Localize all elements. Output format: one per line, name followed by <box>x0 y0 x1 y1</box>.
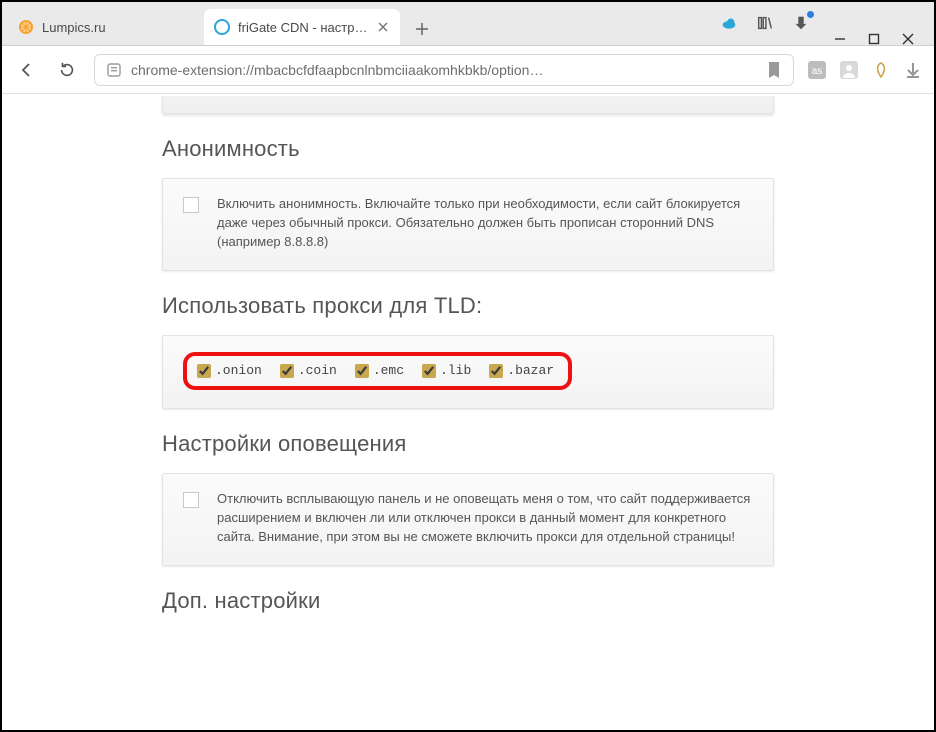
tld-item-bazar[interactable]: .bazar <box>489 362 554 381</box>
tld-item-onion[interactable]: .onion <box>197 362 262 381</box>
tab-title: friGate CDN - настройки <box>238 20 368 35</box>
frigate-icon <box>214 19 230 35</box>
tld-checkbox-onion[interactable] <box>197 364 211 378</box>
annotation-highlight: .onion .coin .emc .lib .bazar <box>183 352 572 391</box>
section-notify: Настройки оповещения Отключить всплывающ… <box>162 409 774 566</box>
tab-title: Lumpics.ru <box>42 20 194 35</box>
section-tld: Использовать прокси для TLD: .onion .coi… <box>162 271 774 410</box>
toolbar: as <box>2 46 934 94</box>
ext-lastfm-icon[interactable]: as <box>808 61 826 79</box>
svg-text:as: as <box>812 66 823 77</box>
section-title-extra: Доп. настройки <box>162 588 774 614</box>
notify-card: Отключить всплывающую панель и не оповещ… <box>162 473 774 566</box>
page-viewport: Анонимность Включить анонимность. Включа… <box>4 96 932 728</box>
tab-lumpics[interactable]: Lumpics.ru <box>8 9 204 45</box>
tld-label: .bazar <box>507 362 554 381</box>
tld-card: .onion .coin .emc .lib .bazar <box>162 335 774 410</box>
browser-actions <box>720 1 820 45</box>
notify-checkbox[interactable] <box>183 492 199 508</box>
notify-text: Отключить всплывающую панель и не оповещ… <box>217 490 753 547</box>
previous-card-edge <box>162 96 774 114</box>
close-icon[interactable] <box>376 20 390 34</box>
new-tab-button[interactable] <box>406 13 438 45</box>
cloud-icon[interactable] <box>720 14 738 32</box>
tld-label: .coin <box>298 362 337 381</box>
section-title-tld: Использовать прокси для TLD: <box>162 293 774 319</box>
address-bar[interactable] <box>94 54 794 86</box>
tab-frigate[interactable]: friGate CDN - настройки <box>204 9 400 45</box>
minimize-icon[interactable] <box>834 33 846 45</box>
section-extra: Доп. настройки <box>162 566 774 614</box>
tld-checkbox-coin[interactable] <box>280 364 294 378</box>
back-button[interactable] <box>14 57 40 83</box>
bookmark-icon[interactable] <box>765 61 783 79</box>
ext-frigate-icon[interactable] <box>872 61 890 79</box>
window-controls <box>820 33 928 45</box>
tld-item-emc[interactable]: .emc <box>355 362 404 381</box>
tld-checkbox-bazar[interactable] <box>489 364 503 378</box>
section-title-anonymity: Анонимность <box>162 136 774 162</box>
tab-strip: Lumpics.ru friGate CDN - настройки <box>2 2 934 46</box>
tld-item-coin[interactable]: .coin <box>280 362 337 381</box>
anonymity-card: Включить анонимность. Включайте только п… <box>162 178 774 271</box>
downloads-indicator-icon[interactable] <box>792 14 810 32</box>
tld-item-lib[interactable]: .lib <box>422 362 471 381</box>
section-title-notify: Настройки оповещения <box>162 431 774 457</box>
tld-checkbox-row: .onion .coin .emc .lib .bazar <box>197 362 554 381</box>
window-close-icon[interactable] <box>902 33 914 45</box>
ext-profile-icon[interactable] <box>840 61 858 79</box>
tld-checkbox-lib[interactable] <box>422 364 436 378</box>
tld-checkbox-emc[interactable] <box>355 364 369 378</box>
downloads-icon[interactable] <box>904 61 922 79</box>
tld-label: .emc <box>373 362 404 381</box>
reload-button[interactable] <box>54 57 80 83</box>
tld-label: .onion <box>215 362 262 381</box>
site-info-icon[interactable] <box>105 61 123 79</box>
orange-slice-icon <box>18 19 34 35</box>
url-input[interactable] <box>131 62 757 78</box>
tld-label: .lib <box>440 362 471 381</box>
maximize-icon[interactable] <box>868 33 880 45</box>
section-anonymity: Анонимность Включить анонимность. Включа… <box>162 114 774 271</box>
library-icon[interactable] <box>756 14 774 32</box>
anonymity-text: Включить анонимность. Включайте только п… <box>217 195 753 252</box>
anonymity-checkbox[interactable] <box>183 197 199 213</box>
